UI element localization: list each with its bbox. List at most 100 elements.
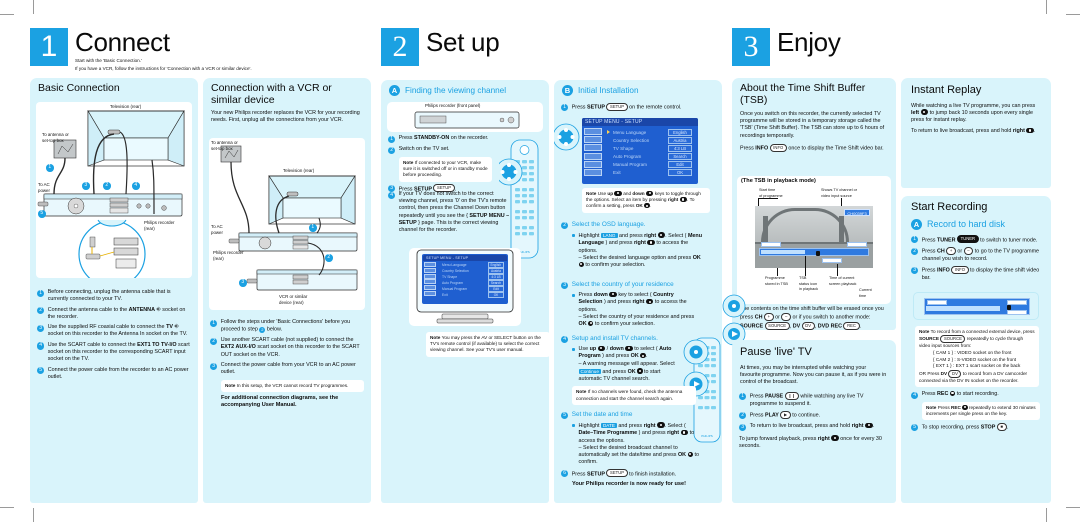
step-item: 2 Use another SCART cable (not supplied)…: [210, 337, 364, 359]
step-item: 4 Press REC to start recording.: [911, 390, 1044, 399]
callout-tsb-status: TSB status icon in playback: [799, 276, 818, 292]
tsb-video-bar-fill: [761, 250, 805, 254]
step-text: Use another SCART cable (not supplied) t…: [220, 337, 360, 358]
ok-key-icon: [637, 368, 643, 374]
step-heading: Select the OSD language.: [571, 221, 646, 228]
basic-connection-diagram: Television (rear) To antenna or set-top …: [36, 102, 192, 278]
step-text: Use the supplied RF coaxial cable to con…: [47, 324, 188, 338]
step-text: To return to live broadcast, press and h…: [749, 422, 875, 430]
step-heading: Setup and install TV channels.: [571, 335, 658, 342]
right-key-icon: [865, 422, 873, 428]
step-text: Press REC to start recording.: [921, 390, 999, 398]
step-text: Press down key to select ( Country Selec…: [578, 291, 695, 328]
step-text: Highlight LANG and press right . Select …: [578, 232, 703, 269]
pause-live-tv-intro: At times, you may be interrupted while w…: [740, 364, 887, 385]
step-text: Use the SCART cable to connect the EXT1 …: [47, 341, 190, 363]
diagram-callout-4: 4: [132, 182, 140, 190]
step-item: 4 Setup and install TV channels.: [561, 335, 685, 343]
osd-row-value[interactable]: Edit: [668, 160, 692, 168]
up-key-icon: [614, 190, 622, 197]
diagram-callout-2: 2: [103, 182, 111, 190]
osd-row-value[interactable]: Search: [668, 152, 692, 160]
tsb-title: About the Time Shift Buffer (TSB): [740, 82, 866, 106]
tsb-paragraph-2: Press INFO INFO once to display the Time…: [740, 143, 884, 152]
recording-video-bar-illustration: [913, 292, 1039, 320]
finding-channel-note-4: Note You may press the AV or SELECT butt…: [426, 332, 550, 357]
source-key-chip: SOURCE: [940, 334, 966, 343]
ok-key-icon: [644, 203, 650, 209]
info-key-chip: INFO: [769, 143, 787, 152]
osd-row-value[interactable]: English: [668, 128, 692, 136]
step-number: 5: [37, 367, 45, 375]
ch-minus-key-chip: –: [963, 247, 974, 256]
panel-basic-connection: Basic Connection Television (rear) To an…: [30, 78, 198, 503]
step-heading: Set the date and time: [571, 411, 633, 418]
initial-installation-note-1: Note Use up and down keys to toggle thro…: [582, 188, 710, 213]
step-text: Highlight DATE and press right . Select …: [578, 422, 699, 466]
step-item: 2 Switch on the TV set.: [388, 146, 492, 154]
ok-key-icon: [578, 261, 584, 267]
diagram-label-ac-power: To AC power: [211, 224, 223, 235]
osd-row-name: Exit: [442, 293, 448, 297]
crop-mark: [1046, 508, 1047, 522]
step-number: 2: [210, 337, 218, 345]
pause-live-tv-footer: To jump forward playback, press right on…: [739, 435, 882, 450]
down-key-icon: [609, 291, 617, 297]
osd-row-value[interactable]: Austria: [668, 136, 692, 144]
basic-connection-title: Basic Connection: [38, 82, 120, 94]
front-panel-illustration: Philips recorder (front panel): [387, 102, 543, 132]
start-recording-note: Note To record from a connected external…: [915, 326, 1039, 388]
start-recording-note-4: Note Press REC repeatedly to extend 30 m…: [922, 401, 1040, 421]
finding-channel-note-2: Note If connected to your VCR, make sure…: [399, 156, 492, 182]
vcr-connection-title: Connection with a VCR or similar device: [211, 82, 332, 106]
callout-time-current: Time of current screen playback: [829, 276, 857, 286]
step-number: 1: [739, 392, 747, 400]
panel-vcr-connection: Connection with a VCR or similar device …: [203, 78, 371, 503]
step-item: Highlight DATE and press right . Select …: [572, 422, 702, 466]
osd-icon: [424, 290, 436, 296]
photo-bridge-pylon-right: [839, 216, 844, 244]
osd-icon-country: [583, 136, 602, 144]
ok-key-icon: [640, 352, 646, 359]
step-item: 3 Use the supplied RF coaxial cable to c…: [37, 324, 191, 338]
leader-line: [758, 198, 778, 199]
step-number: 1: [911, 236, 919, 244]
step-item: 1 Press SETUP SETUP on the remote contro…: [561, 102, 715, 112]
step-item: Press down key to select ( Country Selec…: [572, 291, 697, 328]
section-subtitle-line1: Start with the 'Basic Connection.': [75, 58, 142, 63]
record-to-hard-disk-header: A Record to hard disk: [901, 216, 1051, 234]
crop-mark: [1066, 14, 1080, 15]
up-key-icon: [597, 345, 606, 351]
vcr-connection-diagram: Television (rear) To antenna or set-top …: [209, 138, 365, 310]
osd-row-name: Menu Language: [613, 129, 647, 135]
step-heading: Select the country of your residence: [571, 281, 674, 288]
ok-key-icon: [588, 320, 594, 327]
step-text: Press PAUSE ❙❙ while watching any live T…: [749, 391, 864, 407]
step-item: 3 Select the country of your residence: [561, 281, 697, 289]
osd-icon-language: [583, 128, 602, 135]
diagram-callout-2: 2: [325, 254, 333, 262]
diagram-label-antenna: To antenna or set-top box: [211, 140, 238, 151]
info-key-chip: INFO: [951, 266, 969, 275]
osd-icon-column: [582, 126, 604, 183]
tv-with-osd-illustration: SETUP MENU - SETUP Menu Language English …: [409, 248, 521, 326]
quick-start-guide-page: 1 Connect Start with the 'Basic Connecti…: [0, 0, 1080, 522]
video-bar-time-box: [1007, 310, 1027, 315]
step-text: Connect the power cable from your VCR to…: [220, 361, 356, 376]
basic-connection-steps: 1 Before connecting, unplug the antenna …: [30, 286, 198, 390]
dvdrec-key-chip: REC: [843, 321, 860, 330]
right-key-icon: [1026, 127, 1034, 134]
step-item: 2 Press CH + or – to go to the TV progra…: [911, 247, 1044, 263]
video-bar: [924, 298, 1030, 315]
step-number: 1: [388, 135, 396, 143]
down-key-icon: [645, 190, 654, 197]
right-key-icon: [679, 196, 688, 203]
step-number: 4: [911, 391, 919, 399]
step-number: 1: [210, 319, 218, 327]
section-header-connect: 1 Connect Start with the 'Basic Connecti…: [30, 28, 252, 73]
osd-row-value[interactable]: 4:3 LB: [668, 144, 692, 152]
step-dash: [572, 424, 575, 428]
step-item: 1 Press TUNER TUNER to switch to tuner m…: [911, 235, 1044, 245]
section-title: Connect: [75, 27, 170, 57]
osd-row-value[interactable]: OK: [668, 168, 692, 176]
